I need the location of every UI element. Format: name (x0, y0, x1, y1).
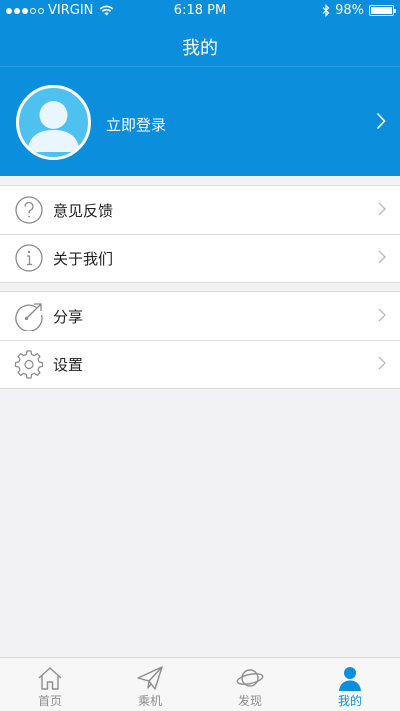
info-circle-icon (15, 244, 43, 272)
menu-item-share[interactable]: 分享 (0, 292, 400, 340)
home-icon (38, 667, 62, 690)
chevron-right-icon (378, 202, 386, 216)
tab-label: 发现 (237, 694, 262, 708)
planet-icon (236, 669, 264, 687)
page-title: 我的 (182, 38, 218, 59)
question-circle-icon (15, 196, 43, 224)
chevron-right-icon (378, 250, 386, 264)
status-bar: VIRGIN 6:18 PM 98% (0, 0, 400, 22)
menu-item-label: 设置 (53, 356, 84, 374)
login-label[interactable]: 立即登录 (106, 114, 166, 135)
login-row[interactable]: 立即登录 (0, 66, 400, 176)
tab-label: 首页 (37, 694, 62, 708)
share-arrow-icon (15, 303, 43, 331)
paper-plane-icon (137, 666, 163, 690)
menu-item-about[interactable]: 关于我们 (0, 234, 400, 282)
menu-group-2: 分享 设置 (0, 291, 400, 389)
status-right: 98% (322, 3, 396, 18)
chevron-right-icon (376, 112, 386, 130)
menu-group-1: 意见反馈 关于我们 (0, 185, 400, 283)
person-icon (339, 667, 361, 691)
user-avatar-icon[interactable] (16, 85, 91, 160)
battery-fill (371, 7, 392, 14)
tab-label: 乘机 (137, 694, 162, 708)
battery-icon (369, 5, 396, 16)
menu-item-label: 分享 (53, 308, 84, 326)
tab-flight[interactable]: 乘机 (100, 658, 200, 711)
chevron-right-icon (378, 308, 386, 322)
menu-item-feedback[interactable]: 意见反馈 (0, 186, 400, 234)
bluetooth-icon (322, 4, 330, 17)
chevron-right-icon (378, 356, 386, 370)
menu-item-settings[interactable]: 设置 (0, 340, 400, 388)
tab-bar: 首页 乘机 发现 我的 (0, 657, 400, 711)
tab-label: 我的 (337, 694, 362, 708)
tab-mine[interactable]: 我的 (300, 658, 400, 711)
header: VIRGIN 6:18 PM 98% 我的 立即登录 (0, 0, 400, 176)
gear-icon (14, 350, 44, 379)
battery-percent: 98% (335, 3, 364, 18)
tab-home[interactable]: 首页 (0, 658, 100, 711)
tab-discover[interactable]: 发现 (200, 658, 300, 711)
menu-item-label: 意见反馈 (53, 202, 114, 220)
menu-item-label: 关于我们 (53, 250, 114, 268)
